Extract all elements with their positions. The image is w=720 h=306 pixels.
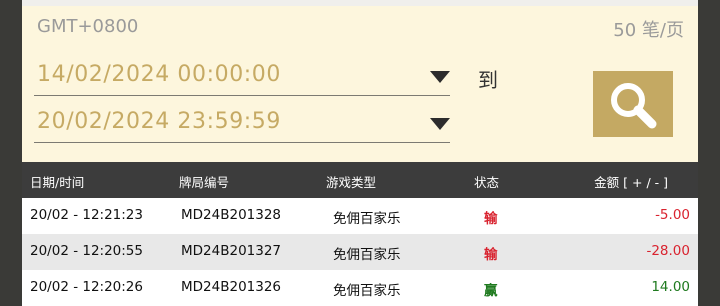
table-row[interactable]: 20/02 - 12:20:26 MD24B201326 免佣百家乐 赢 14.… [22,270,698,306]
end-date-value: 20/02/2024 23:59:59 [37,109,282,134]
cell-amount: -28.00 [646,243,690,259]
cell-game-type: 免佣百家乐 [333,283,401,299]
header-game-type: 游戏类型 [326,175,377,190]
table-row[interactable]: 20/02 - 12:20:55 MD24B201327 免佣百家乐 输 -28… [22,234,698,270]
per-page-selector[interactable]: 50 笔/页 [613,16,684,42]
cell-amount: -5.00 [655,207,690,223]
cell-status: 赢 [484,283,498,299]
cell-game-type: 免佣百家乐 [333,211,401,227]
start-date-value: 14/02/2024 00:00:00 [37,62,282,87]
header-round-id: 牌局编号 [179,175,230,190]
cell-status: 输 [484,211,498,227]
cell-status: 输 [484,247,498,263]
cell-round-id: MD24B201326 [181,279,282,295]
table-row[interactable]: 20/02 - 12:21:23 MD24B201328 免佣百家乐 输 -5.… [22,198,698,234]
to-label: 到 [478,68,498,92]
header-status: 状态 [474,175,500,190]
search-icon [611,83,657,129]
table-header: 日期/时间 牌局编号 游戏类型 状态 金额 [ + / - ] [22,162,698,198]
cell-amount: 14.00 [651,279,690,295]
search-button[interactable] [593,71,673,137]
header-amount: 金额 [ + / - ] [594,175,668,190]
dropdown-arrow-icon [430,118,450,130]
cell-game-type: 免佣百家乐 [333,247,401,263]
cell-datetime: 20/02 - 12:20:55 [30,243,143,259]
cell-datetime: 20/02 - 12:21:23 [30,207,143,223]
history-panel: GMT+0800 50 笔/页 14/02/2024 00:00:00 20/0… [22,0,698,306]
cell-round-id: MD24B201327 [181,243,282,259]
top-band [22,0,698,6]
header-datetime: 日期/时间 [30,175,85,190]
cell-round-id: MD24B201328 [181,207,282,223]
background-edge [698,0,720,306]
end-date-dropdown[interactable]: 20/02/2024 23:59:59 [34,108,450,143]
cell-datetime: 20/02 - 12:20:26 [30,279,143,295]
start-date-dropdown[interactable]: 14/02/2024 00:00:00 [34,61,450,96]
bet-history-table: 日期/时间 牌局编号 游戏类型 状态 金额 [ + / - ] 20/02 - … [22,162,698,306]
dropdown-arrow-icon [430,71,450,83]
timezone-label: GMT+0800 [37,16,139,37]
